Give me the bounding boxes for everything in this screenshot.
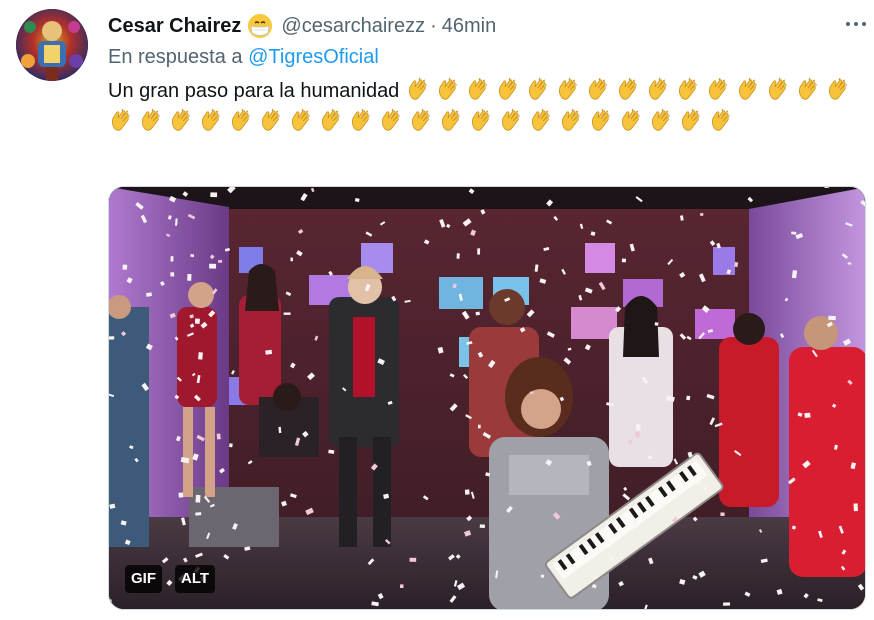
timestamp[interactable]: 46min <box>442 15 496 38</box>
more-dots-icon <box>846 22 850 26</box>
clapping-hands-emoji-icon <box>138 108 164 134</box>
separator: · <box>430 14 437 37</box>
clapping-hands-emoji-icon <box>348 108 374 134</box>
clapping-hands-emoji-icon <box>258 108 284 134</box>
clapping-hands-emoji-icon <box>648 108 674 134</box>
clapping-hands-emoji-icon <box>108 108 134 134</box>
reply-context: En respuesta a @TigresOficial <box>108 46 379 69</box>
clapping-hands-emoji-icon <box>588 108 614 134</box>
clapping-hands-emoji-icon <box>525 77 551 103</box>
clapping-hands-emoji-icon <box>198 108 224 134</box>
clapping-hands-emoji-icon <box>825 77 851 103</box>
tweet[interactable]: Cesar Chairez @cesarchairezz · 46min En … <box>0 0 874 620</box>
clapping-hands-emoji-icon <box>555 77 581 103</box>
clapping-hands-emoji-icon <box>678 108 704 134</box>
clapping-hands-emoji-icon <box>735 77 761 103</box>
clapping-hands-emoji-icon <box>228 108 254 134</box>
face-with-medical-mask-emoji-icon <box>247 13 273 39</box>
gif-badge[interactable]: GIF <box>125 565 162 593</box>
tweet-text: Un gran paso para la humanidad <box>108 76 868 138</box>
clapping-hands-emoji-icon <box>288 108 314 134</box>
clapping-hands-emoji-icon <box>585 77 611 103</box>
clapping-hands-emoji-icon <box>795 77 821 103</box>
gif-media[interactable]: GIF ALT <box>108 186 866 610</box>
clapping-hands-emoji-icon <box>708 108 734 134</box>
clapping-hands-emoji-icon <box>765 77 791 103</box>
avatar[interactable] <box>16 9 88 81</box>
more-options-button[interactable] <box>838 8 874 40</box>
tweet-header: Cesar Chairez @cesarchairezz · 46min <box>108 12 868 40</box>
clapping-hands-emoji-icon <box>318 108 344 134</box>
clapping-hands-emoji-icon <box>465 77 491 103</box>
clapping-hands-emoji-icon <box>645 77 671 103</box>
reply-prefix: En respuesta a <box>108 46 243 68</box>
clapping-hands-emoji-icon <box>528 108 554 134</box>
clapping-hands-emoji-icon <box>408 108 434 134</box>
clapping-hands-emoji-icon <box>675 77 701 103</box>
clapping-hands-emoji-icon <box>705 77 731 103</box>
clapping-hands-emoji-icon <box>498 108 524 134</box>
clapping-hands-emoji-icon <box>618 108 644 134</box>
alt-badge[interactable]: ALT <box>175 565 216 593</box>
clapping-hands-emoji-icon <box>438 108 464 134</box>
clapping-hands-emoji-icon <box>558 108 584 134</box>
stage-scene-image <box>109 187 865 609</box>
tweet-text-content: Un gran paso para la humanidad <box>108 80 400 102</box>
clapping-hands-emoji-icon <box>615 77 641 103</box>
clapping-hands-emoji-icon <box>405 77 431 103</box>
clapping-hands-emoji-icon <box>468 108 494 134</box>
reply-to-link[interactable]: @TigresOficial <box>248 46 379 68</box>
clapping-hands-emoji-icon <box>378 108 404 134</box>
handle[interactable]: @cesarchairezz <box>281 15 425 38</box>
display-name[interactable]: Cesar Chairez <box>108 15 241 38</box>
clapping-hands-emoji-icon <box>495 77 521 103</box>
clapping-hands-emoji-icon <box>168 108 194 134</box>
clapping-hands-emoji-icon <box>435 77 461 103</box>
